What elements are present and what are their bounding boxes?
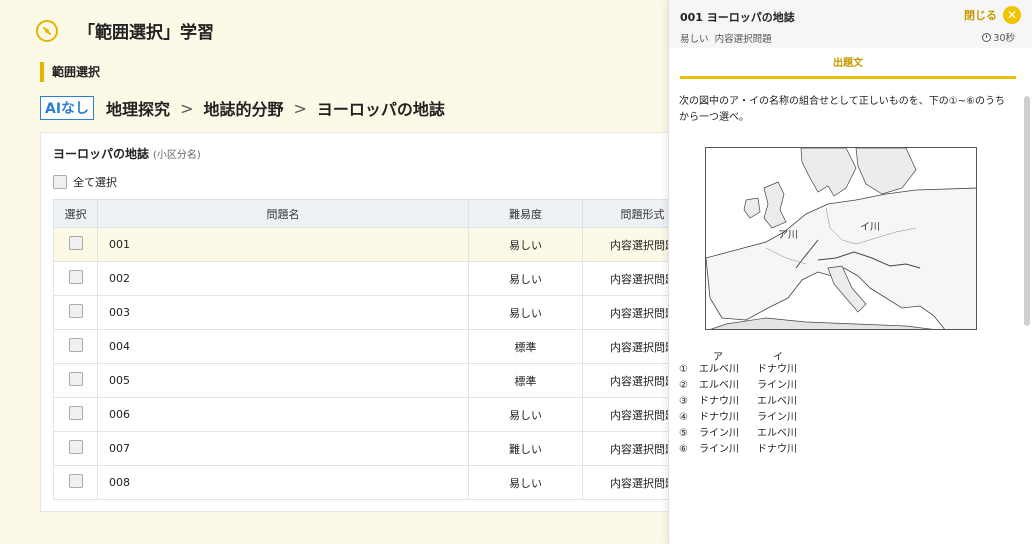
panel-difficulty: 易しい bbox=[680, 34, 709, 45]
table-row[interactable]: 001 易しい 内容選択問題 bbox=[53, 227, 703, 262]
card-subtitle: (小区分名) bbox=[153, 150, 201, 161]
breadcrumb-item-field[interactable]: 地誌的分野 bbox=[203, 96, 283, 120]
difficulty: 易しい bbox=[468, 397, 583, 432]
row-checkbox[interactable] bbox=[68, 474, 83, 488]
clock-icon bbox=[982, 32, 992, 42]
difficulty: 標準 bbox=[468, 363, 583, 398]
table-row[interactable]: 002 易しい 内容選択問題 bbox=[53, 261, 703, 296]
panel-format: 内容選択問題 bbox=[714, 34, 772, 45]
close-button[interactable]: 閉じる ✕ bbox=[964, 6, 1021, 24]
table-row[interactable]: 007 難しい 内容選択問題 bbox=[53, 431, 703, 466]
row-checkbox[interactable] bbox=[68, 236, 83, 250]
row-checkbox[interactable] bbox=[68, 270, 83, 284]
breadcrumb-item-subject[interactable]: 地理探究 bbox=[106, 96, 170, 120]
time-value: 30秒 bbox=[993, 33, 1015, 44]
panel-header: 001 ヨーロッパの地誌 閉じる ✕ 易しい 内容選択問題 30秒 bbox=[669, 0, 1032, 48]
checkbox[interactable] bbox=[53, 175, 67, 189]
tab-question-text[interactable]: 出題文 bbox=[680, 57, 1016, 79]
time-limit: 30秒 bbox=[982, 30, 1015, 44]
table-row[interactable]: 006 易しい 内容選択問題 bbox=[53, 397, 703, 432]
column-header-select: 選択 bbox=[53, 199, 98, 228]
column-header-difficulty: 難易度 bbox=[468, 199, 583, 228]
panel-meta: 易しい 内容選択問題 bbox=[680, 31, 772, 45]
question-name[interactable]: 008 bbox=[97, 465, 469, 500]
table-row[interactable]: 003 易しい 内容選択問題 bbox=[53, 295, 703, 330]
panel-title: 001 ヨーロッパの地誌 bbox=[680, 11, 795, 24]
table-header-row: 選択 問題名 難易度 問題形式 bbox=[53, 199, 703, 228]
answer-choice: ② エルベ川 ライン川 bbox=[679, 380, 797, 391]
close-label[interactable]: 閉じる bbox=[964, 7, 997, 23]
select-all-label: 全て選択 bbox=[73, 176, 117, 189]
breadcrumb: AIなし 地理探究 > 地誌的分野 > ヨーロッパの地誌 bbox=[40, 96, 445, 120]
page-title: 「範囲選択」学習 bbox=[78, 23, 214, 43]
row-checkbox[interactable] bbox=[68, 304, 83, 318]
close-icon[interactable]: ✕ bbox=[1003, 6, 1021, 24]
europe-map-image: ア川 イ川 bbox=[705, 147, 977, 330]
table-row[interactable]: 008 易しい 内容選択問題 bbox=[53, 465, 703, 500]
row-checkbox[interactable] bbox=[68, 406, 83, 420]
question-name[interactable]: 005 bbox=[97, 363, 469, 398]
difficulty: 易しい bbox=[468, 261, 583, 296]
difficulty: 難しい bbox=[468, 431, 583, 466]
difficulty: 易しい bbox=[468, 227, 583, 262]
answer-header-a: ア bbox=[713, 352, 723, 363]
card-title-text: ヨーロッパの地誌 bbox=[53, 147, 150, 161]
map-illustration: ア川 イ川 bbox=[706, 148, 976, 329]
row-checkbox[interactable] bbox=[68, 338, 83, 352]
select-all-checkbox[interactable]: 全て選択 bbox=[53, 174, 117, 190]
row-checkbox[interactable] bbox=[68, 372, 83, 386]
answer-choice: ⑥ ライン川 ドナウ川 bbox=[679, 444, 797, 455]
question-name[interactable]: 004 bbox=[97, 329, 469, 364]
question-name[interactable]: 003 bbox=[97, 295, 469, 330]
table-row[interactable]: 005 標準 内容選択問題 bbox=[53, 363, 703, 398]
answer-choice: ③ ドナウ川 エルベ川 bbox=[679, 396, 797, 407]
difficulty: 易しい bbox=[468, 295, 583, 330]
question-name[interactable]: 001 bbox=[97, 227, 469, 262]
question-list-card: ヨーロッパの地誌 (小区分名) 全て選択 選択 問題名 難易度 問題形式 001 … bbox=[40, 132, 703, 512]
card-title: ヨーロッパの地誌 (小区分名) bbox=[53, 145, 201, 162]
answer-header-i: イ bbox=[773, 352, 783, 363]
table-row[interactable]: 004 標準 内容選択問題 bbox=[53, 329, 703, 364]
row-checkbox[interactable] bbox=[68, 440, 83, 454]
breadcrumb-item-topic: ヨーロッパの地誌 bbox=[316, 100, 445, 119]
question-table: 選択 問題名 難易度 問題形式 001 易しい 内容選択問題 002 易しい 内… bbox=[53, 199, 703, 500]
ai-badge: AIなし bbox=[40, 96, 95, 120]
question-name[interactable]: 002 bbox=[97, 261, 469, 296]
column-header-name: 問題名 bbox=[97, 199, 469, 228]
answer-choices: ① エルベ川 ドナウ川 ② エルベ川 ライン川 ③ ドナウ川 エルベ川 ④ ドナウ川 ライン川 … bbox=[679, 362, 797, 458]
chevron-right-icon: > bbox=[180, 98, 194, 118]
difficulty: 標準 bbox=[468, 329, 583, 364]
compass-icon bbox=[36, 19, 58, 42]
section-label: 範囲選択 bbox=[40, 62, 100, 82]
chevron-right-icon: > bbox=[293, 98, 307, 118]
question-name[interactable]: 007 bbox=[97, 431, 469, 466]
map-label-a: ア川 bbox=[778, 230, 798, 241]
map-label-i: イ川 bbox=[860, 222, 880, 233]
panel-scrollbar[interactable] bbox=[1024, 96, 1030, 326]
answer-choice: ④ ドナウ川 ライン川 bbox=[679, 412, 797, 423]
difficulty: 易しい bbox=[468, 465, 583, 500]
question-name[interactable]: 006 bbox=[97, 397, 469, 432]
answer-choice: ① エルベ川 ドナウ川 bbox=[679, 364, 797, 375]
answer-choice: ⑤ ライン川 エルベ川 bbox=[679, 428, 797, 439]
question-text: 次の図中のア・イの名称の組合せとして正しいものを、下の①~⑥のうちから一つ選べ。 bbox=[679, 96, 1006, 123]
question-detail-panel: 001 ヨーロッパの地誌 閉じる ✕ 易しい 内容選択問題 30秒 出題文 次の… bbox=[668, 0, 1032, 544]
page-header: 「範囲選択」学習 bbox=[36, 18, 214, 43]
